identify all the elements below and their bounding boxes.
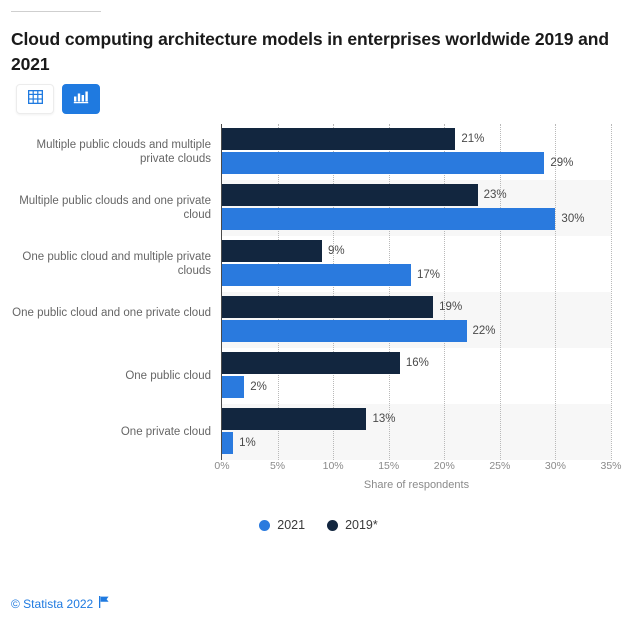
bar-value-label: 1% bbox=[239, 437, 256, 449]
x-tick-label: 10% bbox=[322, 460, 344, 472]
bar[interactable] bbox=[222, 376, 245, 398]
bar-value-label: 22% bbox=[472, 325, 496, 337]
gridline bbox=[499, 124, 502, 460]
bar[interactable] bbox=[222, 152, 545, 174]
bar-chart-icon bbox=[73, 90, 89, 109]
top-divider bbox=[11, 11, 101, 12]
gridline bbox=[611, 124, 613, 460]
gridline bbox=[555, 124, 557, 460]
bar-value-label: 29% bbox=[550, 157, 574, 169]
category-label: One public cloud and multiple private cl… bbox=[22, 250, 211, 278]
legend: 2021 2019* bbox=[0, 518, 637, 532]
legend-swatch-icon bbox=[259, 519, 271, 531]
bar-value-label: 19% bbox=[439, 301, 463, 313]
legend-swatch-icon bbox=[327, 519, 339, 531]
bar[interactable] bbox=[222, 208, 556, 230]
category-label: Multiple public clouds and multiple priv… bbox=[36, 138, 211, 166]
chart: Multiple public clouds and multiple priv… bbox=[0, 124, 637, 460]
bar-value-label: 30% bbox=[561, 213, 585, 225]
page-title: Cloud computing architecture models in e… bbox=[11, 29, 609, 74]
bar[interactable] bbox=[222, 128, 456, 150]
legend-label: 2019* bbox=[345, 518, 378, 532]
x-tick-label: 15% bbox=[378, 460, 400, 472]
legend-item[interactable]: 2021 bbox=[259, 518, 305, 532]
copyright-label: © Statista 2022 bbox=[11, 597, 94, 611]
bar[interactable] bbox=[222, 320, 467, 342]
footer: © Statista 2022 bbox=[11, 595, 110, 613]
bar[interactable] bbox=[222, 432, 234, 454]
bar-value-label: 13% bbox=[372, 413, 396, 425]
bar[interactable] bbox=[222, 408, 367, 430]
category-axis: Multiple public clouds and multiple priv… bbox=[0, 124, 211, 460]
flag-icon[interactable] bbox=[99, 595, 110, 613]
bar-value-label: 23% bbox=[483, 189, 507, 201]
x-tick-label: 25% bbox=[489, 460, 511, 472]
x-tick-label: 30% bbox=[544, 460, 566, 472]
table-icon bbox=[27, 89, 43, 109]
bar[interactable] bbox=[222, 184, 478, 206]
x-axis-title: Share of respondents bbox=[363, 479, 470, 491]
category-label: One private cloud bbox=[120, 425, 211, 438]
bar[interactable] bbox=[222, 352, 400, 374]
x-tick-label: 20% bbox=[433, 460, 455, 472]
bar[interactable] bbox=[222, 264, 411, 286]
bar-value-label: 17% bbox=[416, 269, 440, 281]
x-tick-label: 5% bbox=[269, 460, 286, 472]
category-label: Multiple public clouds and one private c… bbox=[19, 194, 211, 222]
x-axis-ticks: 0% 5% 10% 15% 20% 25% 30% 35% bbox=[0, 460, 637, 476]
bar[interactable] bbox=[222, 296, 434, 318]
x-tick-label: 35% bbox=[600, 460, 622, 472]
plot-area: 21% 29% 23% 30% 9% 17% 19% 22% 16% 2% 13% 1% bbox=[222, 124, 613, 460]
bar-value-label: 2% bbox=[250, 381, 267, 393]
bar-value-label: 21% bbox=[461, 133, 485, 145]
gridline bbox=[444, 124, 446, 460]
legend-label: 2021 bbox=[277, 518, 306, 532]
chart-view-button[interactable] bbox=[62, 84, 100, 114]
legend-item[interactable]: 2019* bbox=[327, 518, 378, 532]
category-label: One public cloud bbox=[125, 369, 211, 382]
x-tick-label: 0% bbox=[214, 460, 230, 472]
bar[interactable] bbox=[222, 240, 323, 262]
view-toggle-toolbar bbox=[16, 84, 100, 114]
bar-value-label: 16% bbox=[405, 357, 429, 369]
category-label: One public cloud and one private cloud bbox=[12, 306, 211, 319]
bar-value-label: 9% bbox=[328, 245, 345, 257]
table-view-button[interactable] bbox=[16, 84, 54, 114]
